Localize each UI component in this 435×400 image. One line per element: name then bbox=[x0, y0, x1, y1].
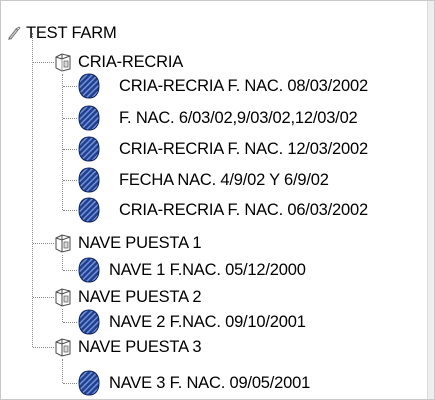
lot-label: NAVE 2 F.NAC. 09/10/2001 bbox=[109, 313, 306, 331]
tree-node-lot[interactable]: NAVE 2 F.NAC. 09/10/2001 bbox=[77, 308, 307, 336]
lot-icon bbox=[77, 369, 101, 397]
lot-icon bbox=[77, 166, 101, 194]
tree-connector bbox=[63, 180, 77, 181]
lot-label: CRIA-RECRIA F. NAC. 06/03/2002 bbox=[119, 201, 368, 219]
group-label: NAVE PUESTA 3 bbox=[78, 338, 202, 356]
tree-node-lot[interactable]: NAVE 1 F.NAC. 05/12/2000 bbox=[77, 256, 307, 284]
barn-icon bbox=[54, 337, 72, 357]
tree-node-lot[interactable]: CRIA-RECRIA F. NAC. 08/03/2002 bbox=[77, 72, 369, 100]
tree-connector bbox=[32, 33, 33, 347]
group-label: NAVE PUESTA 2 bbox=[78, 288, 202, 306]
lot-icon bbox=[77, 72, 101, 100]
tree-node-lot[interactable]: F. NAC. 6/03/02,9/03/02,12/03/02 bbox=[77, 104, 359, 132]
tree-connector bbox=[33, 62, 54, 63]
tree-connector bbox=[62, 359, 63, 383]
tree-node-lot[interactable]: FECHA NAC. 4/9/02 Y 6/9/02 bbox=[77, 166, 330, 194]
tree-connector bbox=[62, 74, 63, 210]
tree-connector bbox=[33, 297, 54, 298]
lot-icon bbox=[77, 135, 101, 163]
lot-icon bbox=[77, 196, 101, 224]
farm-tree: TEST FARM CRIA-RECRIA CRIA-RECRIA F. NAC… bbox=[1, 1, 427, 399]
tree-node-lot[interactable]: CRIA-RECRIA F. NAC. 12/03/2002 bbox=[77, 135, 369, 163]
group-label: NAVE PUESTA 1 bbox=[78, 234, 202, 252]
lot-icon bbox=[77, 308, 101, 336]
barn-icon bbox=[54, 52, 72, 72]
group-label: CRIA-RECRIA bbox=[78, 53, 184, 71]
tree-node-root[interactable]: TEST FARM bbox=[7, 19, 118, 47]
lot-label: NAVE 1 F.NAC. 05/12/2000 bbox=[109, 261, 306, 279]
tree-connector bbox=[63, 149, 77, 150]
vertical-scrollbar[interactable] bbox=[427, 1, 434, 399]
barn-icon bbox=[54, 287, 72, 307]
tree-connector bbox=[33, 243, 54, 244]
tree-connector bbox=[63, 383, 77, 384]
lot-label: CRIA-RECRIA F. NAC. 08/03/2002 bbox=[119, 77, 368, 95]
farm-icon bbox=[7, 26, 23, 40]
tree-connector bbox=[63, 210, 77, 211]
tree-connector bbox=[33, 347, 54, 348]
tree-node-lot[interactable]: CRIA-RECRIA F. NAC. 06/03/2002 bbox=[77, 196, 369, 224]
tree-connector bbox=[63, 322, 77, 323]
tree-connector bbox=[63, 270, 77, 271]
tree-node-lot[interactable]: NAVE 3 F. NAC. 09/05/2001 bbox=[77, 369, 311, 397]
tree-connector bbox=[63, 86, 77, 87]
tree-connector bbox=[63, 118, 77, 119]
lot-icon bbox=[77, 104, 101, 132]
lot-label: CRIA-RECRIA F. NAC. 12/03/2002 bbox=[119, 140, 368, 158]
tree-node-group[interactable]: NAVE PUESTA 2 bbox=[54, 283, 202, 311]
barn-icon bbox=[54, 233, 72, 253]
lot-label: F. NAC. 6/03/02,9/03/02,12/03/02 bbox=[119, 109, 358, 127]
lot-icon bbox=[77, 256, 101, 284]
tree-node-group[interactable]: NAVE PUESTA 3 bbox=[54, 333, 202, 361]
tree-connector bbox=[62, 255, 63, 270]
lot-label: NAVE 3 F. NAC. 09/05/2001 bbox=[109, 374, 311, 392]
tree-node-group[interactable]: NAVE PUESTA 1 bbox=[54, 229, 202, 257]
lot-label: FECHA NAC. 4/9/02 Y 6/9/02 bbox=[119, 171, 329, 189]
root-label: TEST FARM bbox=[26, 24, 117, 42]
tree-view-panel: TEST FARM CRIA-RECRIA CRIA-RECRIA F. NAC… bbox=[0, 0, 435, 400]
